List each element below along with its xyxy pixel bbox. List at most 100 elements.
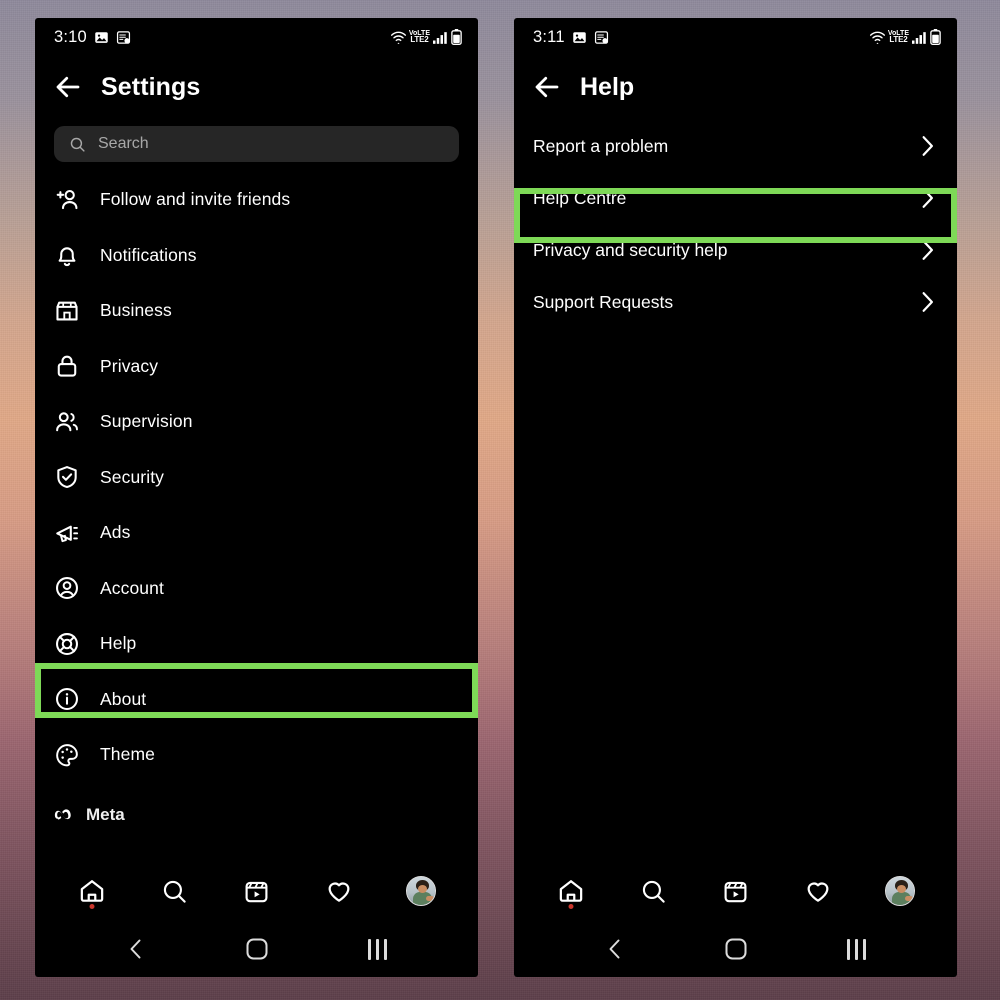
lifebuoy-icon	[56, 632, 78, 655]
help-item-support-requests[interactable]: Support Requests	[514, 276, 957, 328]
tab-search[interactable]	[149, 869, 199, 913]
chevron-right-icon	[922, 292, 933, 312]
chevron-right-icon	[922, 188, 933, 208]
wifi-icon	[869, 31, 885, 44]
help-item-privacy-and-security-help[interactable]: Privacy and security help	[514, 224, 957, 276]
arrow-left-icon[interactable]	[53, 72, 83, 102]
reels-icon	[724, 881, 747, 902]
help-list: Report a problem Help Centre Privacy and…	[514, 118, 957, 328]
settings-item-label: Help	[100, 633, 137, 654]
arrow-left-icon[interactable]	[532, 72, 562, 102]
battery-icon	[930, 29, 941, 45]
storefront-icon	[56, 301, 78, 321]
settings-header: Settings	[35, 56, 478, 118]
settings-item-label: About	[100, 688, 147, 709]
nav-home-button[interactable]	[706, 929, 766, 969]
settings-item-business[interactable]: Business	[35, 283, 478, 339]
page-title: Settings	[101, 72, 201, 101]
screenshot-icon	[594, 30, 608, 44]
tab-reels[interactable]	[710, 869, 760, 913]
settings-item-follow-and-invite-friends[interactable]: Follow and invite friends	[35, 172, 478, 228]
help-header: Help	[514, 56, 957, 118]
megaphone-icon	[56, 525, 79, 542]
chevron-right-icon	[922, 240, 933, 260]
battery-icon	[451, 29, 462, 45]
settings-item-label: Theme	[100, 744, 155, 765]
status-bar-left: 3:10 VoLTE LTE2	[35, 18, 478, 56]
settings-item-help[interactable]: Help	[35, 616, 478, 672]
tab-activity[interactable]	[314, 869, 364, 913]
image-icon	[572, 31, 586, 43]
nav-recents-button[interactable]	[348, 929, 408, 969]
settings-item-privacy[interactable]: Privacy	[35, 339, 478, 395]
android-navbar-right	[514, 921, 957, 977]
settings-item-theme[interactable]: Theme	[35, 727, 478, 783]
bell-icon	[58, 247, 76, 267]
search-placeholder: Search	[98, 135, 149, 152]
add-person-icon	[56, 189, 78, 209]
signal-bars-icon	[912, 32, 926, 44]
chevron-right-icon	[922, 136, 933, 156]
nav-back-button[interactable]	[585, 929, 645, 969]
help-item-help-centre[interactable]: Help Centre	[514, 172, 957, 224]
reels-icon	[245, 881, 268, 902]
settings-item-supervision[interactable]: Supervision	[35, 394, 478, 450]
settings-item-label: Follow and invite friends	[100, 189, 291, 210]
volte-indicator: VoLTE LTE2	[887, 30, 909, 45]
shield-check-icon	[57, 466, 77, 489]
nav-home-button[interactable]	[227, 929, 287, 969]
settings-list: Follow and invite friends Notifications …	[35, 162, 478, 825]
chevron-left-icon	[609, 939, 619, 959]
android-navbar-left	[35, 921, 478, 977]
help-item-label: Support Requests	[533, 291, 674, 312]
tab-home[interactable]	[67, 869, 117, 913]
page-title: Help	[580, 72, 635, 101]
chevron-left-icon	[130, 939, 140, 959]
settings-item-account[interactable]: Account	[35, 561, 478, 617]
heart-icon	[328, 882, 350, 902]
home-icon	[559, 880, 583, 902]
palette-icon	[56, 743, 78, 767]
tab-search[interactable]	[628, 869, 678, 913]
search-container: Search	[35, 118, 478, 162]
tabbar-right	[514, 861, 957, 921]
status-time: 3:10	[54, 27, 87, 46]
settings-item-notifications[interactable]: Notifications	[35, 228, 478, 284]
settings-item-label: Notifications	[100, 244, 197, 265]
search-icon	[70, 137, 85, 152]
help-item-label: Privacy and security help	[533, 239, 728, 260]
search-input[interactable]: Search	[54, 126, 459, 162]
settings-item-label: Account	[100, 577, 164, 598]
phone-screenshot-settings: 3:10 VoLTE LTE2 Settings Search Follow a…	[35, 18, 478, 977]
meta-branding: Meta	[35, 783, 478, 825]
tab-home[interactable]	[546, 869, 596, 913]
tab-reels[interactable]	[231, 869, 281, 913]
people-icon	[56, 412, 78, 432]
tab-activity[interactable]	[793, 869, 843, 913]
circle-icon	[246, 938, 267, 960]
avatar	[884, 876, 915, 906]
circle-icon	[725, 938, 746, 960]
tab-profile[interactable]	[875, 869, 925, 913]
three-bars-icon	[847, 938, 850, 960]
meta-label: Meta	[86, 804, 125, 824]
heart-icon	[807, 882, 829, 902]
settings-item-ads[interactable]: Ads	[35, 505, 478, 561]
tab-profile[interactable]	[396, 869, 446, 913]
help-item-label: Help Centre	[533, 187, 627, 208]
settings-item-about[interactable]: About	[35, 672, 478, 728]
status-bar-right: 3:11 VoLTE LTE2	[514, 18, 957, 56]
screenshot-icon	[116, 30, 130, 44]
help-item-report-a-problem[interactable]: Report a problem	[514, 120, 957, 172]
nav-recents-button[interactable]	[827, 929, 887, 969]
volte-indicator: VoLTE LTE2	[408, 30, 430, 45]
wifi-icon	[390, 31, 406, 44]
settings-item-label: Security	[100, 466, 165, 487]
search-icon	[642, 880, 665, 903]
nav-back-button[interactable]	[106, 929, 166, 969]
account-circle-icon	[56, 577, 78, 600]
avatar	[405, 876, 436, 906]
signal-bars-icon	[433, 32, 447, 44]
settings-item-security[interactable]: Security	[35, 450, 478, 506]
notification-dot	[89, 904, 95, 909]
